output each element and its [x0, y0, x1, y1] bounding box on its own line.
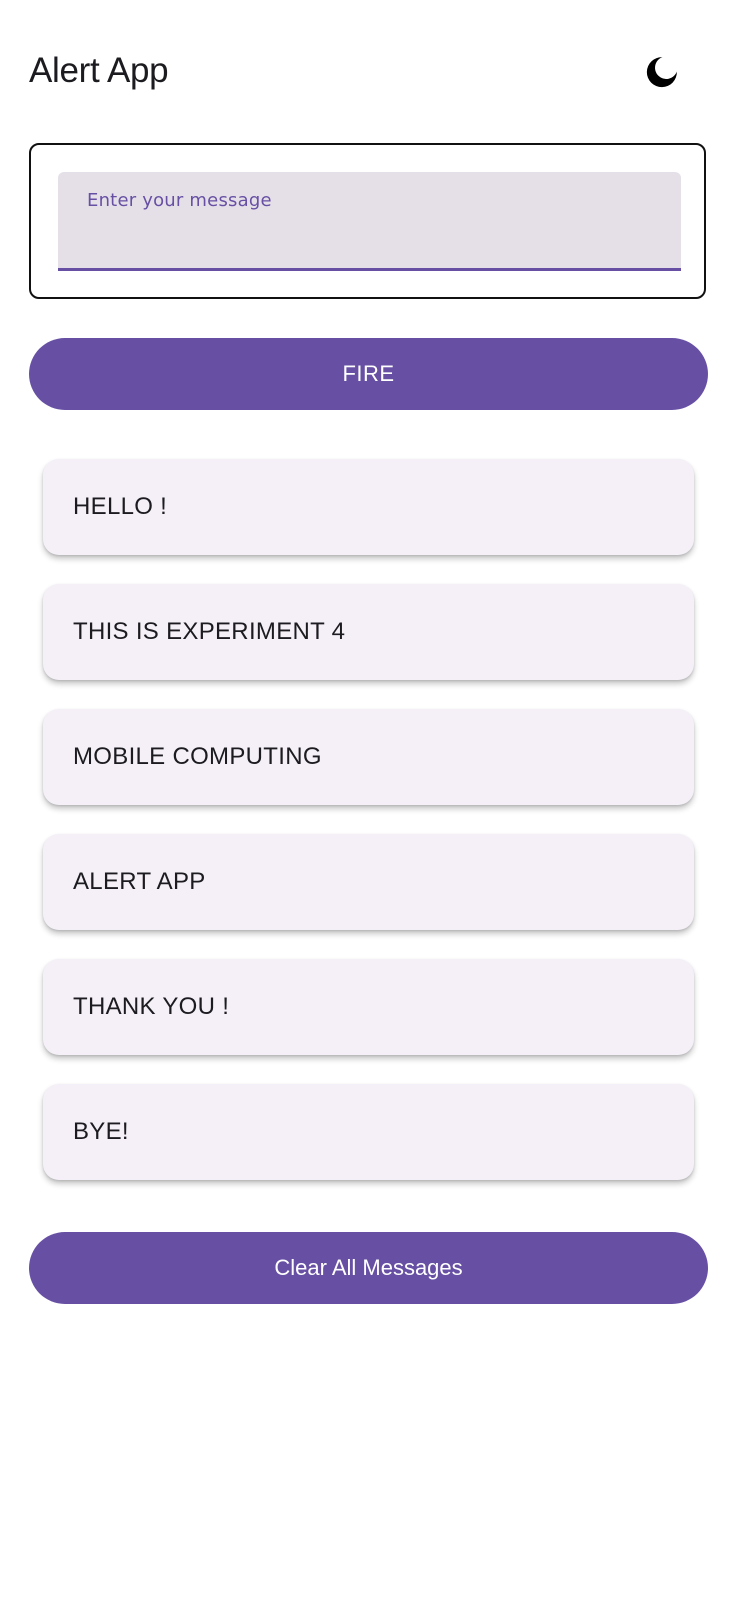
message-text: MOBILE COMPUTING [73, 743, 322, 770]
message-card[interactable]: ALERT APP [43, 834, 694, 930]
message-input-card: Enter your message [29, 143, 706, 299]
clear-all-messages-button[interactable]: Clear All Messages [29, 1232, 708, 1304]
page-title: Alert App [29, 51, 169, 90]
message-text: THIS IS EXPERIMENT 4 [73, 618, 346, 645]
message-card[interactable]: HELLO ! [43, 459, 694, 555]
message-text: BYE! [73, 1118, 129, 1145]
message-card[interactable]: BYE! [43, 1084, 694, 1180]
moon-icon[interactable] [644, 54, 680, 90]
fire-button[interactable]: FIRE [29, 338, 708, 410]
message-text: HELLO ! [73, 493, 168, 520]
alert-app-screen: Alert App Enter your message FIRE HELLO … [0, 0, 737, 1600]
message-card[interactable]: THANK YOU ! [43, 959, 694, 1055]
message-text: ALERT APP [73, 868, 206, 895]
theme-toggle-button[interactable] [642, 52, 682, 92]
message-text-field[interactable]: Enter your message [58, 172, 681, 271]
message-list: HELLO ! THIS IS EXPERIMENT 4 MOBILE COMP… [43, 459, 694, 1209]
message-card[interactable]: THIS IS EXPERIMENT 4 [43, 584, 694, 680]
message-card[interactable]: MOBILE COMPUTING [43, 709, 694, 805]
message-input[interactable] [58, 172, 681, 268]
message-text: THANK YOU ! [73, 993, 230, 1020]
